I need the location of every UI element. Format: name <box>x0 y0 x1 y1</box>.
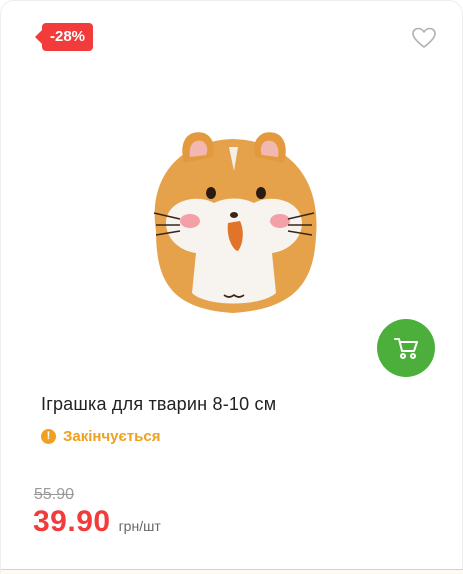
bottom-divider <box>1 569 463 574</box>
add-to-cart-button[interactable] <box>377 319 435 377</box>
discount-badge: -28% <box>34 23 94 51</box>
price-unit: грн/шт <box>118 518 161 534</box>
stock-status-label: Закінчується <box>63 427 161 445</box>
cart-icon <box>394 338 418 359</box>
stock-status: ! Закінчується <box>41 426 160 446</box>
exclamation-circle-icon: ! <box>41 428 56 444</box>
price-row: 39.90 грн/шт <box>33 505 161 539</box>
old-price: 55.90 <box>34 486 75 503</box>
product-image[interactable] <box>126 111 341 331</box>
favorite-button[interactable] <box>411 26 437 50</box>
product-card: -28% Іграшка для тварин 8-10 см ! Закінч… <box>0 0 463 574</box>
heart-outline-icon <box>412 27 436 48</box>
current-price: 39.90 <box>33 505 111 538</box>
product-name[interactable]: Іграшка для тварин 8-10 см <box>41 394 276 415</box>
